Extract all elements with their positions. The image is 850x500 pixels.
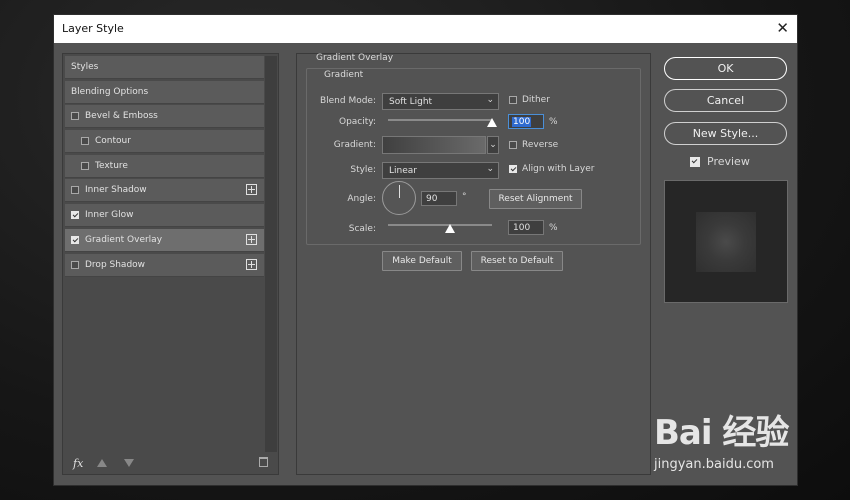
watermark-logo-text: Bai 经验 xyxy=(654,413,789,453)
add-style-plus-icon[interactable] xyxy=(246,258,257,270)
chevron-down-icon: ⌄ xyxy=(486,164,494,174)
fx-button[interactable]: fx xyxy=(73,457,83,470)
opacity-unit: % xyxy=(549,117,558,127)
styles-list-panel: Styles Blending Options Bevel & Emboss Cont… xyxy=(62,53,279,475)
preview-swatch xyxy=(696,212,756,272)
align-with-layer-label: Align with Layer xyxy=(522,164,595,174)
styles-list-scrollbar[interactable] xyxy=(265,56,277,452)
styles-list-item[interactable]: Styles xyxy=(65,56,264,79)
scale-label: Scale: xyxy=(348,224,376,234)
opacity-input[interactable]: 100 xyxy=(508,114,544,129)
preview-checkbox[interactable] xyxy=(690,157,700,167)
chevron-down-icon: ⌄ xyxy=(486,95,494,105)
gradient-picker-chevron-icon[interactable]: ⌄ xyxy=(487,136,499,154)
dither-label: Dither xyxy=(522,95,550,105)
scale-input[interactable]: 100 xyxy=(508,220,544,235)
style-checkbox[interactable] xyxy=(71,186,79,195)
trash-icon[interactable] xyxy=(259,457,268,467)
style-checkbox[interactable] xyxy=(71,235,79,244)
close-icon[interactable]: ✕ xyxy=(776,19,789,37)
scale-value: 100 xyxy=(513,223,531,233)
style-checkbox[interactable] xyxy=(71,211,79,220)
style-checkbox[interactable] xyxy=(71,112,79,121)
blend-mode-value: Soft Light xyxy=(389,97,433,107)
add-style-plus-icon[interactable] xyxy=(246,233,257,245)
style-checkbox[interactable] xyxy=(71,260,79,269)
blend-mode-select[interactable]: Soft Light ⌄ xyxy=(382,93,499,110)
add-style-plus-icon[interactable] xyxy=(246,184,257,196)
styles-list-item[interactable]: Inner Shadow xyxy=(65,179,264,203)
preview-thumbnail xyxy=(664,180,788,303)
style-checkbox[interactable] xyxy=(81,137,89,146)
styles-list-item-label: Styles xyxy=(71,62,99,72)
blend-mode-label: Blend Mode: xyxy=(319,96,376,106)
gradient-swatch[interactable] xyxy=(382,136,486,154)
styles-list-item-label: Texture xyxy=(95,160,128,171)
gradient-label: Gradient: xyxy=(333,140,376,150)
title-bar: Layer Style ✕ xyxy=(54,15,797,43)
new-style-button[interactable]: New Style... xyxy=(664,122,787,145)
styles-list-item[interactable]: Contour xyxy=(65,130,264,154)
cancel-button[interactable]: Cancel xyxy=(664,89,787,112)
styles-list-item-label: Drop Shadow xyxy=(85,259,146,270)
scale-slider-track[interactable] xyxy=(388,224,492,226)
style-checkbox[interactable] xyxy=(81,161,89,170)
watermark-url: jingyan.baidu.com xyxy=(654,457,774,472)
make-default-button[interactable]: Make Default xyxy=(382,251,462,271)
reset-to-default-button[interactable]: Reset to Default xyxy=(471,251,563,271)
move-down-icon[interactable] xyxy=(124,459,134,467)
ok-button[interactable]: OK xyxy=(664,57,787,80)
styles-list-item[interactable]: Blending Options xyxy=(65,80,264,104)
scale-unit: % xyxy=(549,223,558,233)
section-title: Gradient Overlay xyxy=(316,53,394,63)
scale-slider-thumb[interactable] xyxy=(445,224,456,233)
dither-checkbox[interactable] xyxy=(509,96,517,104)
style-select[interactable]: Linear ⌄ xyxy=(382,162,499,179)
opacity-slider-track[interactable] xyxy=(388,119,492,121)
styles-list-item-label: Blending Options xyxy=(71,86,149,97)
styles-list-item[interactable]: Drop Shadow xyxy=(65,253,264,277)
styles-list-item-label: Gradient Overlay xyxy=(85,234,163,245)
styles-list-item-label: Contour xyxy=(95,136,131,147)
styles-list-item[interactable]: Bevel & Emboss xyxy=(65,105,264,129)
move-up-icon[interactable] xyxy=(97,459,107,467)
style-value: Linear xyxy=(389,166,417,176)
styles-list-toolbar: fx xyxy=(63,454,278,474)
angle-input[interactable]: 90 xyxy=(421,191,457,206)
angle-value: 90 xyxy=(426,194,438,204)
style-label: Style: xyxy=(350,165,376,175)
baidu-watermark: Bai 经验 jingyan.baidu.com xyxy=(654,405,814,485)
reverse-checkbox[interactable] xyxy=(509,141,517,149)
styles-list-item-label: Inner Glow xyxy=(85,210,134,221)
angle-label: Angle: xyxy=(347,194,376,204)
preview-label: Preview xyxy=(707,155,750,168)
angle-needle xyxy=(399,185,400,198)
angle-unit: ° xyxy=(462,192,467,202)
dialog-title: Layer Style xyxy=(62,22,124,35)
opacity-slider-thumb[interactable] xyxy=(487,118,497,127)
styles-list-item-label: Bevel & Emboss xyxy=(85,111,158,122)
align-with-layer-checkbox[interactable] xyxy=(509,165,517,173)
styles-list: Styles Blending Options Bevel & Emboss Cont… xyxy=(65,56,264,278)
angle-dial[interactable] xyxy=(382,181,416,215)
styles-list-item[interactable]: Gradient Overlay xyxy=(65,228,264,252)
reset-alignment-button[interactable]: Reset Alignment xyxy=(489,189,582,209)
group-title: Gradient xyxy=(322,70,366,80)
opacity-value: 100 xyxy=(512,117,532,127)
opacity-label: Opacity: xyxy=(339,117,376,127)
reverse-label: Reverse xyxy=(522,140,559,150)
styles-list-item[interactable]: Texture xyxy=(65,154,264,178)
styles-list-item-label: Inner Shadow xyxy=(85,185,147,196)
styles-list-item[interactable]: Inner Glow xyxy=(65,204,264,228)
